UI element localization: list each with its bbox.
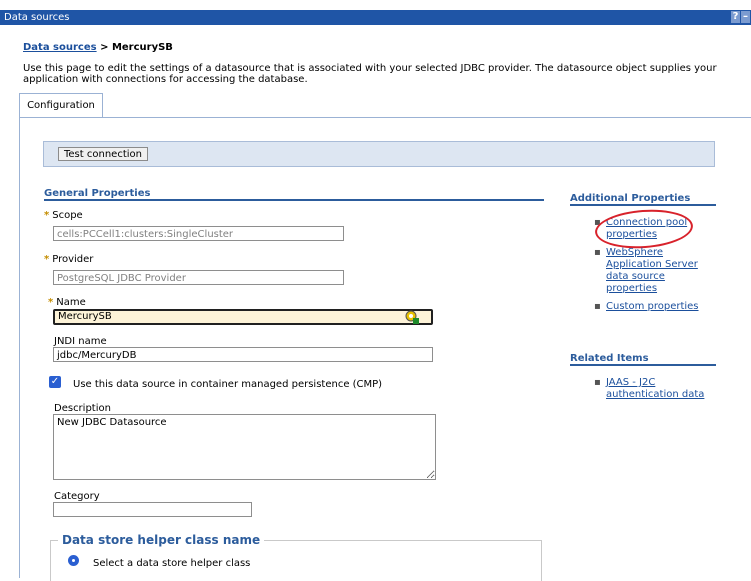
required-marker: * xyxy=(44,254,50,265)
name-input[interactable]: MercurySB xyxy=(53,309,433,325)
bullet-icon: ▪ xyxy=(594,247,601,258)
provider-label: * Provider xyxy=(44,254,94,265)
cmp-label: Use this data source in container manage… xyxy=(73,379,383,390)
select-helper-radio[interactable] xyxy=(68,555,79,566)
cmp-checkbox[interactable]: ✓ xyxy=(49,376,61,388)
description-label: Description xyxy=(54,403,111,414)
category-input[interactable] xyxy=(53,502,252,517)
related-items-rule xyxy=(570,364,716,366)
key-helper-icon[interactable] xyxy=(405,310,419,324)
required-marker: * xyxy=(48,297,54,308)
related-items-title: Related Items xyxy=(570,353,649,364)
window-title: Data sources xyxy=(4,12,70,23)
select-helper-label: Select a data store helper class xyxy=(93,558,251,569)
name-label: * Name xyxy=(48,297,86,308)
additional-properties-rule xyxy=(570,204,716,206)
scope-field: cells:PCCell1:clusters:SingleCluster xyxy=(53,226,344,241)
custom-properties-link[interactable]: Custom properties xyxy=(606,301,716,313)
general-properties-title: General Properties xyxy=(44,188,151,199)
test-connection-button[interactable]: Test connection xyxy=(58,147,148,161)
window-titlebar: Data sources ? – xyxy=(0,10,751,25)
description-textarea[interactable]: New JDBC Datasource xyxy=(53,414,436,480)
breadcrumb-current: MercurySB xyxy=(111,42,173,53)
helper-class-title: Data store helper class name xyxy=(58,533,265,547)
page-description: Use this page to edit the settings of a … xyxy=(23,63,717,85)
tab-configuration[interactable]: Configuration xyxy=(19,93,103,118)
action-toolbar: Test connection xyxy=(43,141,715,167)
scope-label: * Scope xyxy=(44,210,83,221)
general-properties-rule xyxy=(44,199,544,201)
breadcrumb-data-sources-link[interactable]: Data sources xyxy=(23,42,97,53)
jaas-j2c-link[interactable]: JAAS - J2C authentication data xyxy=(606,377,716,401)
breadcrumb-separator: > xyxy=(96,42,112,53)
provider-field: PostgreSQL JDBC Provider xyxy=(53,270,344,285)
required-marker: * xyxy=(44,210,50,221)
additional-properties-title: Additional Properties xyxy=(570,193,691,204)
jndi-label: JNDI name xyxy=(54,336,107,347)
bullet-icon: ▪ xyxy=(594,301,601,312)
help-icon[interactable]: ? xyxy=(731,11,740,23)
breadcrumb: Data sources > MercurySB xyxy=(23,42,173,53)
category-label: Category xyxy=(54,491,100,502)
was-datasource-properties-link[interactable]: WebSphere Application Server data source… xyxy=(606,247,706,295)
bullet-icon: ▪ xyxy=(594,377,601,388)
minimize-icon[interactable]: – xyxy=(741,11,750,23)
jndi-input[interactable]: jdbc/MercuryDB xyxy=(53,347,433,362)
